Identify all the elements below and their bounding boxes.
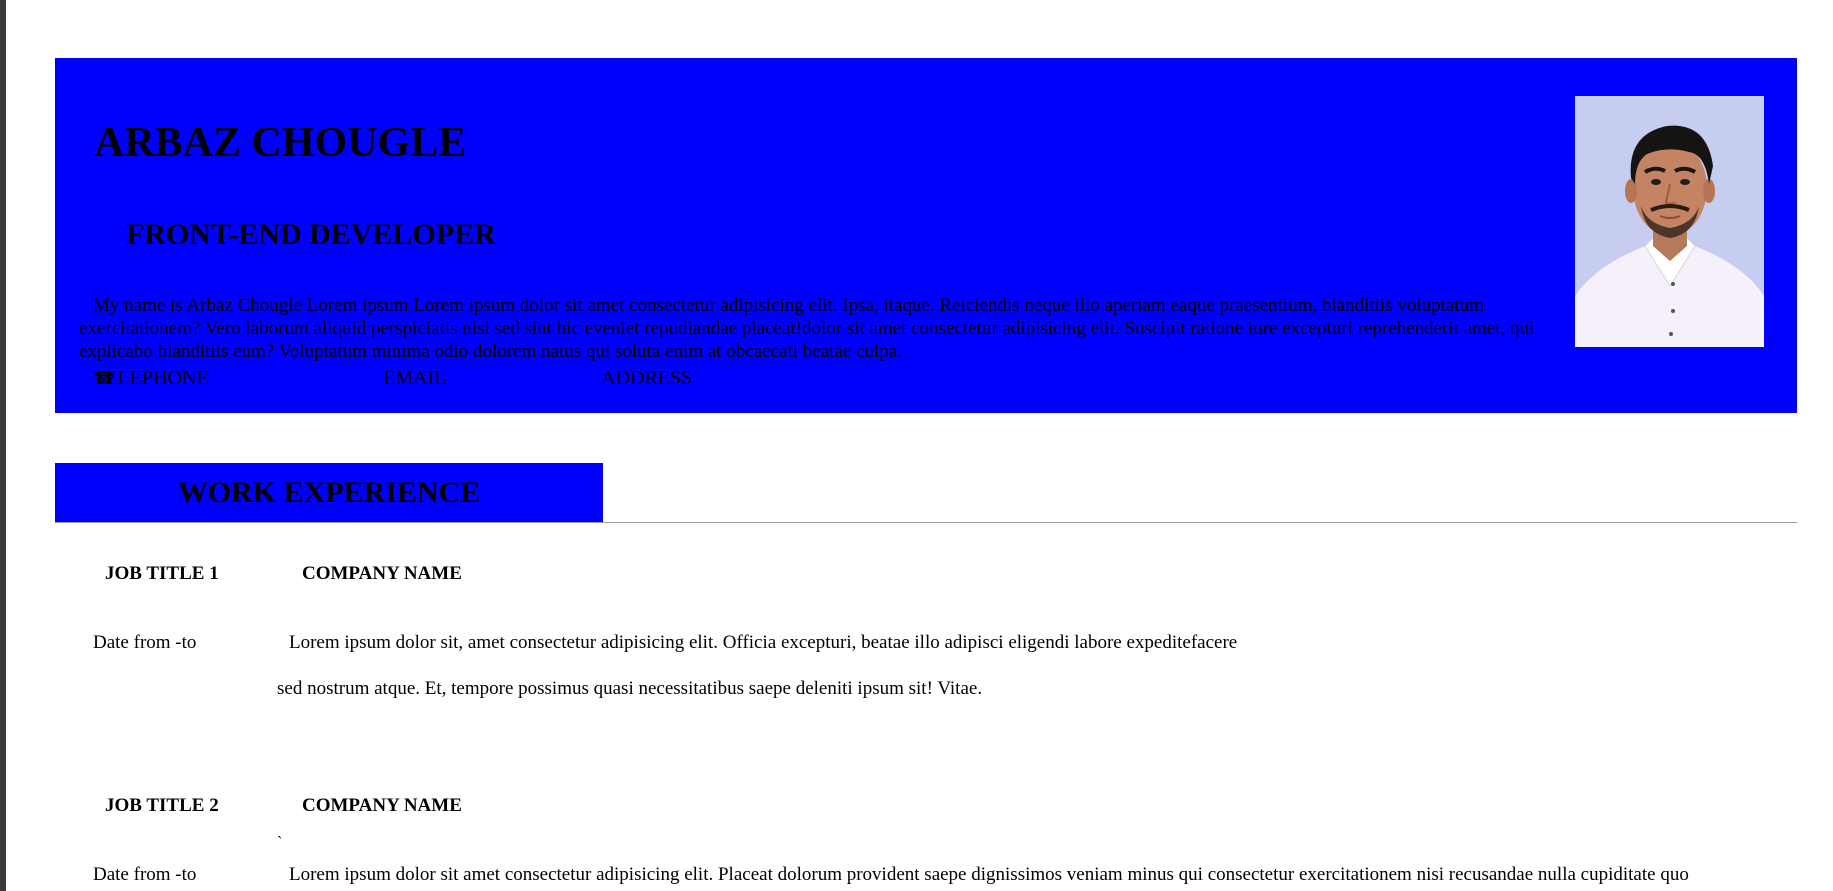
profile-photo-illustration xyxy=(1575,96,1764,347)
profile-header: ARBAZ CHOUGLE FRONT-END DEVELOPER My nam… xyxy=(55,58,1797,413)
window-edge xyxy=(0,0,6,891)
job-1-date: Date from -to xyxy=(93,632,197,653)
contact-address[interactable]: ADDRESS xyxy=(601,366,692,390)
job-1-company: COMPANY NAME xyxy=(302,563,462,584)
work-experience-banner: WORK EXPERIENCE xyxy=(55,463,603,522)
job-2-title: JOB TITLE 2 xyxy=(105,795,219,816)
section-divider xyxy=(55,522,1797,523)
contact-email[interactable]: EMAIL xyxy=(383,366,446,390)
job-2-description-line-1: Lorem ipsum dolor sit amet consectetur a… xyxy=(289,864,1689,885)
telephone-icon: ☎ xyxy=(93,368,116,388)
job-1-description-line-1: Lorem ipsum dolor sit, amet consectetur … xyxy=(289,632,1238,653)
job-2-company: COMPANY NAME xyxy=(302,795,462,816)
profile-photo xyxy=(1575,96,1764,347)
work-experience-heading: WORK EXPERIENCE xyxy=(177,476,481,509)
job-1-description-line-2: sed nostrum atque. Et, tempore possimus … xyxy=(277,678,983,699)
job-2-date: Date from -to xyxy=(93,864,197,885)
job-2-stray-mark: ` xyxy=(277,834,283,851)
job-1-title: JOB TITLE 1 xyxy=(105,563,219,584)
profile-name: ARBAZ CHOUGLE xyxy=(94,120,467,166)
profile-about: My name is Arbaz Chougle Lorem ipsum Lor… xyxy=(79,295,1535,362)
contact-telephone[interactable]: ☎ TELEPHONE xyxy=(93,366,209,390)
profile-role: FRONT-END DEVELOPER xyxy=(126,218,496,251)
